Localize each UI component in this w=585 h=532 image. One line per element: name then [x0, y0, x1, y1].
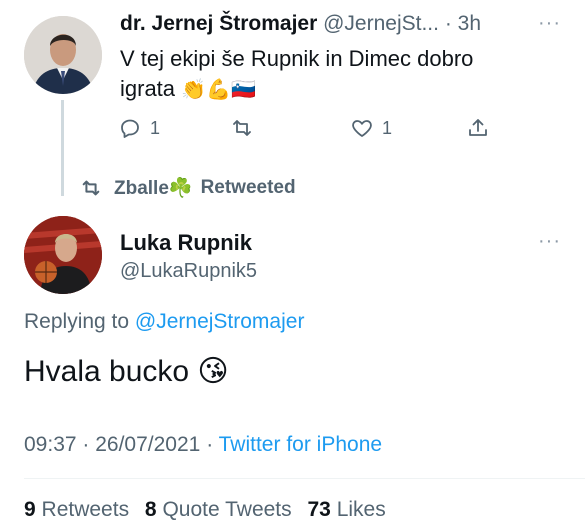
quoted-tweet-text: V tej ekipi še Rupnik in Dimec dobro igr… [120, 44, 540, 105]
meta-separator: · [82, 433, 96, 456]
replying-to-mention[interactable]: @JernejStromajer [135, 310, 305, 333]
meta-separator: · [206, 433, 219, 456]
quoted-author-handle[interactable]: @JernejSt... [323, 12, 439, 35]
more-options-icon[interactable]: ··· [538, 12, 561, 35]
likes-stat[interactable]: 73 Likes [308, 498, 386, 521]
share-button[interactable] [466, 116, 490, 140]
retweet-banner[interactable]: Zballe☘️ Retweeted [80, 176, 296, 200]
quote-tweets-label: Quote Tweets [162, 498, 292, 521]
thread-connector-line [61, 100, 64, 196]
main-author-avatar[interactable] [24, 216, 102, 294]
quoted-tweet-actions: 1 1 [118, 116, 498, 146]
main-tweet-text: Hvala bucko 😘 [24, 355, 229, 388]
main-author-name[interactable]: Luka Rupnik [120, 230, 252, 256]
quoted-tweet-emojis: 👏💪🇸🇮 [181, 79, 256, 101]
retweets-label: Retweets [41, 498, 130, 521]
tweet-source[interactable]: Twitter for iPhone [219, 433, 382, 456]
tweet-meta: 09:37 · 26/07/2021 · Twitter for iPhone [24, 433, 382, 457]
quote-tweets-count: 8 [144, 498, 157, 521]
likes-count: 73 [307, 498, 331, 521]
more-options-icon[interactable]: ··· [538, 230, 561, 253]
like-count: 1 [382, 117, 393, 138]
replying-to: Replying to @JernejStromajer [24, 310, 304, 334]
reply-icon [121, 119, 139, 138]
like-button[interactable]: 1 [350, 116, 392, 140]
retweet-icon [82, 180, 100, 196]
quoted-tweet-time[interactable]: · 3h [445, 12, 481, 35]
person-icon [24, 216, 102, 294]
quoted-author-avatar[interactable] [24, 16, 102, 94]
retweeted-label: Retweeted [200, 177, 296, 198]
retweets-stat[interactable]: 9 Retweets [24, 498, 129, 521]
retweet-button[interactable] [230, 116, 262, 140]
reply-count: 1 [150, 117, 161, 138]
quoted-tweet-line1: V tej ekipi še Rupnik in Dimec dobro [120, 46, 474, 71]
tweet-date[interactable]: 26/07/2021 [95, 433, 200, 456]
quoted-tweet-header: dr. Jernej Štromajer @JernejSt... · 3h [120, 12, 481, 36]
quote-tweets-stat[interactable]: 8 Quote Tweets [145, 498, 292, 521]
replying-prefix: Replying to [24, 310, 130, 333]
retweet-icon [233, 120, 251, 136]
quoted-tweet-line2: igrata [120, 76, 176, 101]
tweet-stats: 9 Retweets 8 Quote Tweets 73 Likes [24, 498, 386, 522]
quoted-author-name[interactable]: dr. Jernej Štromajer [120, 12, 317, 35]
share-icon [469, 119, 487, 136]
main-author-handle[interactable]: @LukaRupnik5 [120, 260, 257, 283]
likes-label: Likes [336, 498, 386, 521]
reply-button[interactable]: 1 [118, 116, 160, 140]
retweeter-name[interactable]: Zballe☘️ [114, 176, 193, 200]
retweets-count: 9 [24, 498, 36, 521]
person-icon [24, 16, 102, 94]
tweet-time[interactable]: 09:37 [24, 433, 77, 456]
heart-icon [352, 120, 372, 137]
divider [24, 478, 585, 479]
